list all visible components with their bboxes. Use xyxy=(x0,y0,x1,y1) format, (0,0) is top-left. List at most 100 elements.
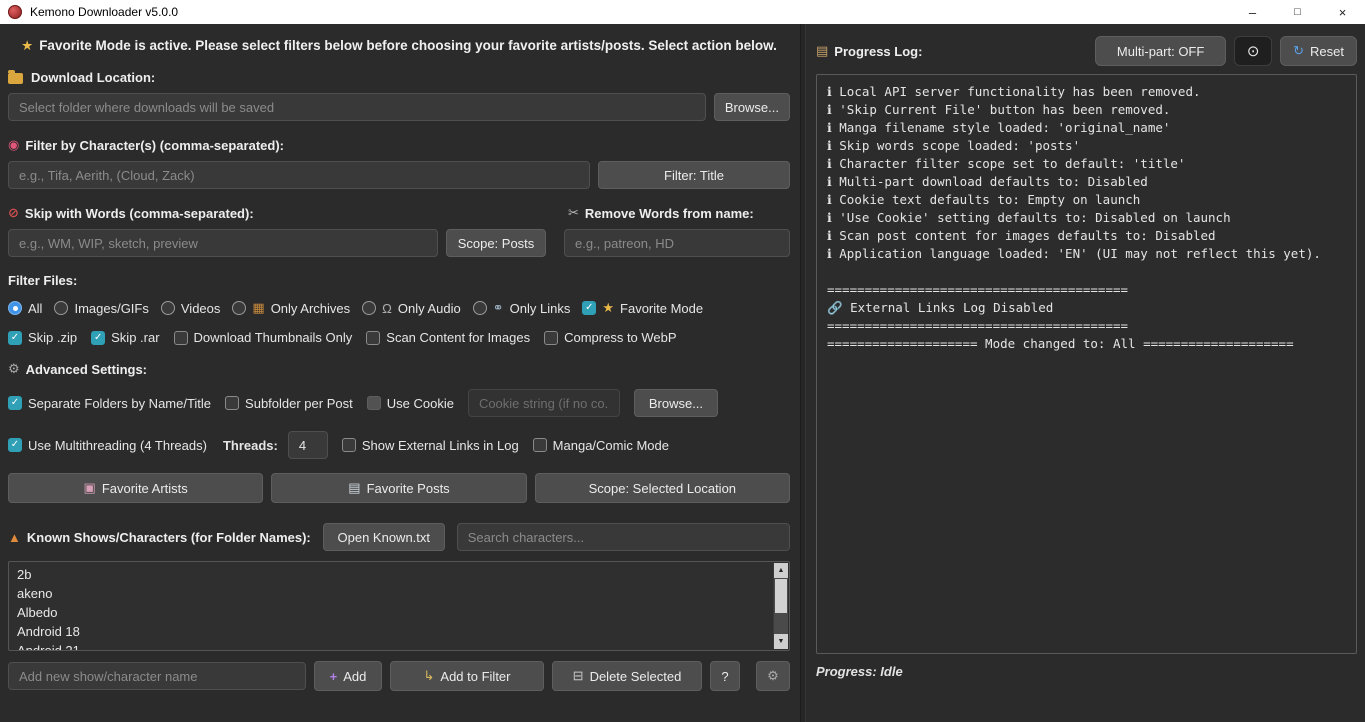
radio-dot xyxy=(8,301,22,315)
close-button[interactable]: × xyxy=(1320,0,1365,24)
maximize-button[interactable]: □ xyxy=(1275,0,1320,24)
delete-selected-button[interactable]: ⊟ Delete Selected xyxy=(552,661,702,691)
window-controls: – □ × xyxy=(1230,0,1365,24)
checkbox-box xyxy=(544,331,558,345)
scrollbar-thumb[interactable] xyxy=(775,579,787,613)
radio-label: Images/GIFs xyxy=(74,301,148,316)
titlebar[interactable]: Kemono Downloader v5.0.0 – □ × xyxy=(0,0,1365,24)
progress-log-label: ▤ Progress Log: xyxy=(816,43,922,59)
checkbox-skip-zip[interactable]: Skip .zip xyxy=(8,330,77,345)
eye-button[interactable]: ⊙ xyxy=(1234,36,1272,66)
archive-icon: ▦ xyxy=(252,300,264,316)
checkbox-label: Separate Folders by Name/Title xyxy=(28,396,211,411)
radio-filter-images[interactable]: Images/GIFs xyxy=(54,301,148,316)
multipart-toggle-button[interactable]: Multi-part: OFF xyxy=(1095,36,1226,66)
radio-label: All xyxy=(28,301,42,316)
progress-status: Progress: Idle xyxy=(816,664,1357,679)
list-item[interactable]: akeno xyxy=(17,584,769,603)
browse-cookie-button[interactable]: Browse... xyxy=(634,389,718,417)
checkbox-label: Skip .zip xyxy=(28,330,77,345)
progress-panel: ▤ Progress Log: Multi-part: OFF ⊙ ↻ Rese… xyxy=(806,24,1365,722)
add-character-input[interactable] xyxy=(8,662,306,690)
checkbox-box xyxy=(8,396,22,410)
add-to-filter-button[interactable]: ↳ Add to Filter xyxy=(390,661,544,691)
list-item[interactable]: Android 18 xyxy=(17,622,769,641)
star-icon: ★ xyxy=(21,38,33,54)
minimize-button[interactable]: – xyxy=(1230,0,1275,24)
checkbox-subfolder-per-post[interactable]: Subfolder per Post xyxy=(225,396,353,411)
radio-filter-audio[interactable]: Ω Only Audio xyxy=(362,301,461,316)
download-scope-button[interactable]: Scope: Selected Location xyxy=(535,473,790,503)
reset-button[interactable]: ↻ Reset xyxy=(1280,36,1357,66)
radio-dot xyxy=(362,301,376,315)
radio-dot xyxy=(473,301,487,315)
skip-words-input[interactable] xyxy=(8,229,438,257)
threads-label: Threads: xyxy=(223,438,278,453)
checkbox-skip-rar[interactable]: Skip .rar xyxy=(91,330,159,345)
favorite-artists-button[interactable]: ▣ Favorite Artists xyxy=(8,473,263,503)
favorite-mode-notice: ★Favorite Mode is active. Please select … xyxy=(8,38,790,54)
download-location-input[interactable] xyxy=(8,93,706,121)
radio-filter-links[interactable]: ⚭ Only Links xyxy=(473,300,571,316)
known-characters-list: 2b akeno Albedo Android 18 Android 21 ▲ … xyxy=(8,561,790,651)
checkbox-show-external-links[interactable]: Show External Links in Log xyxy=(342,438,519,453)
character-filter-input[interactable] xyxy=(8,161,590,189)
character-filter-scope-button[interactable]: Filter: Title xyxy=(598,161,790,189)
checkbox-multithreading[interactable]: Use Multithreading (4 Threads) xyxy=(8,438,207,453)
scrollbar-track[interactable] xyxy=(774,613,788,634)
add-character-button[interactable]: + Add xyxy=(314,661,382,691)
remove-words-input[interactable] xyxy=(564,229,790,257)
checkbox-box xyxy=(8,331,22,345)
checkbox-favorite-mode[interactable]: ★ Favorite Mode xyxy=(582,300,703,316)
checkbox-manga-mode[interactable]: Manga/Comic Mode xyxy=(533,438,669,453)
checkbox-use-cookie[interactable]: Use Cookie xyxy=(367,396,454,411)
clipboard-icon: ▤ xyxy=(816,43,828,59)
threads-input[interactable] xyxy=(288,431,328,459)
favorite-posts-button[interactable]: ▤ Favorite Posts xyxy=(271,473,526,503)
settings-panel: ★Favorite Mode is active. Please select … xyxy=(0,24,800,722)
remove-words-label: ✂ Remove Words from name: xyxy=(568,205,754,221)
gear-icon: ⚙ xyxy=(8,361,20,377)
browse-download-button[interactable]: Browse... xyxy=(714,93,790,121)
list-scrollbar[interactable]: ▲ ▼ xyxy=(773,563,788,649)
checkbox-label: Manga/Comic Mode xyxy=(553,438,669,453)
radio-dot xyxy=(232,301,246,315)
app-window: Kemono Downloader v5.0.0 – □ × ★Favorite… xyxy=(0,0,1365,722)
document-icon: ▤ xyxy=(348,480,360,496)
checkbox-label: Skip .rar xyxy=(111,330,159,345)
checkbox-separate-folders[interactable]: Separate Folders by Name/Title xyxy=(8,396,211,411)
checkbox-label: Favorite Mode xyxy=(620,301,703,316)
checkbox-box xyxy=(174,331,188,345)
checkbox-label: Show External Links in Log xyxy=(362,438,519,453)
scroll-up-icon[interactable]: ▲ xyxy=(774,563,788,578)
list-item[interactable]: 2b xyxy=(17,565,769,584)
checkbox-box xyxy=(8,438,22,452)
open-known-txt-button[interactable]: Open Known.txt xyxy=(323,523,445,551)
arrow-branch-icon: ↳ xyxy=(424,668,435,684)
folder-icon xyxy=(8,73,23,84)
scroll-down-icon[interactable]: ▼ xyxy=(774,634,788,649)
checkbox-thumbnails-only[interactable]: Download Thumbnails Only xyxy=(174,330,353,345)
known-characters-label: ▲ Known Shows/Characters (for Folder Nam… xyxy=(8,530,311,545)
character-search-input[interactable] xyxy=(457,523,790,551)
checkbox-compress-webp[interactable]: Compress to WebP xyxy=(544,330,676,345)
character-filter-icon: ◉ xyxy=(8,137,19,153)
help-button[interactable]: ? xyxy=(710,661,740,691)
checkbox-box xyxy=(533,438,547,452)
cookie-string-input[interactable] xyxy=(468,389,620,417)
list-item[interactable]: Android 21 xyxy=(17,641,769,651)
checkbox-box xyxy=(225,396,239,410)
skip-scope-button[interactable]: Scope: Posts xyxy=(446,229,546,257)
radio-filter-videos[interactable]: Videos xyxy=(161,301,221,316)
progress-log-output[interactable]: ℹ Local API server functionality has bee… xyxy=(816,74,1357,654)
checkbox-scan-content[interactable]: Scan Content for Images xyxy=(366,330,530,345)
reset-icon: ↻ xyxy=(1293,43,1304,59)
settings-button[interactable]: ⚙ xyxy=(756,661,790,691)
download-location-label: Download Location: xyxy=(8,70,790,85)
checkbox-box xyxy=(582,301,596,315)
scissors-icon: ✂ xyxy=(568,205,579,221)
radio-filter-all[interactable]: All xyxy=(8,301,42,316)
list-item[interactable]: Albedo xyxy=(17,603,769,622)
window-title: Kemono Downloader v5.0.0 xyxy=(30,5,178,19)
radio-filter-archives[interactable]: ▦ Only Archives xyxy=(232,300,350,316)
